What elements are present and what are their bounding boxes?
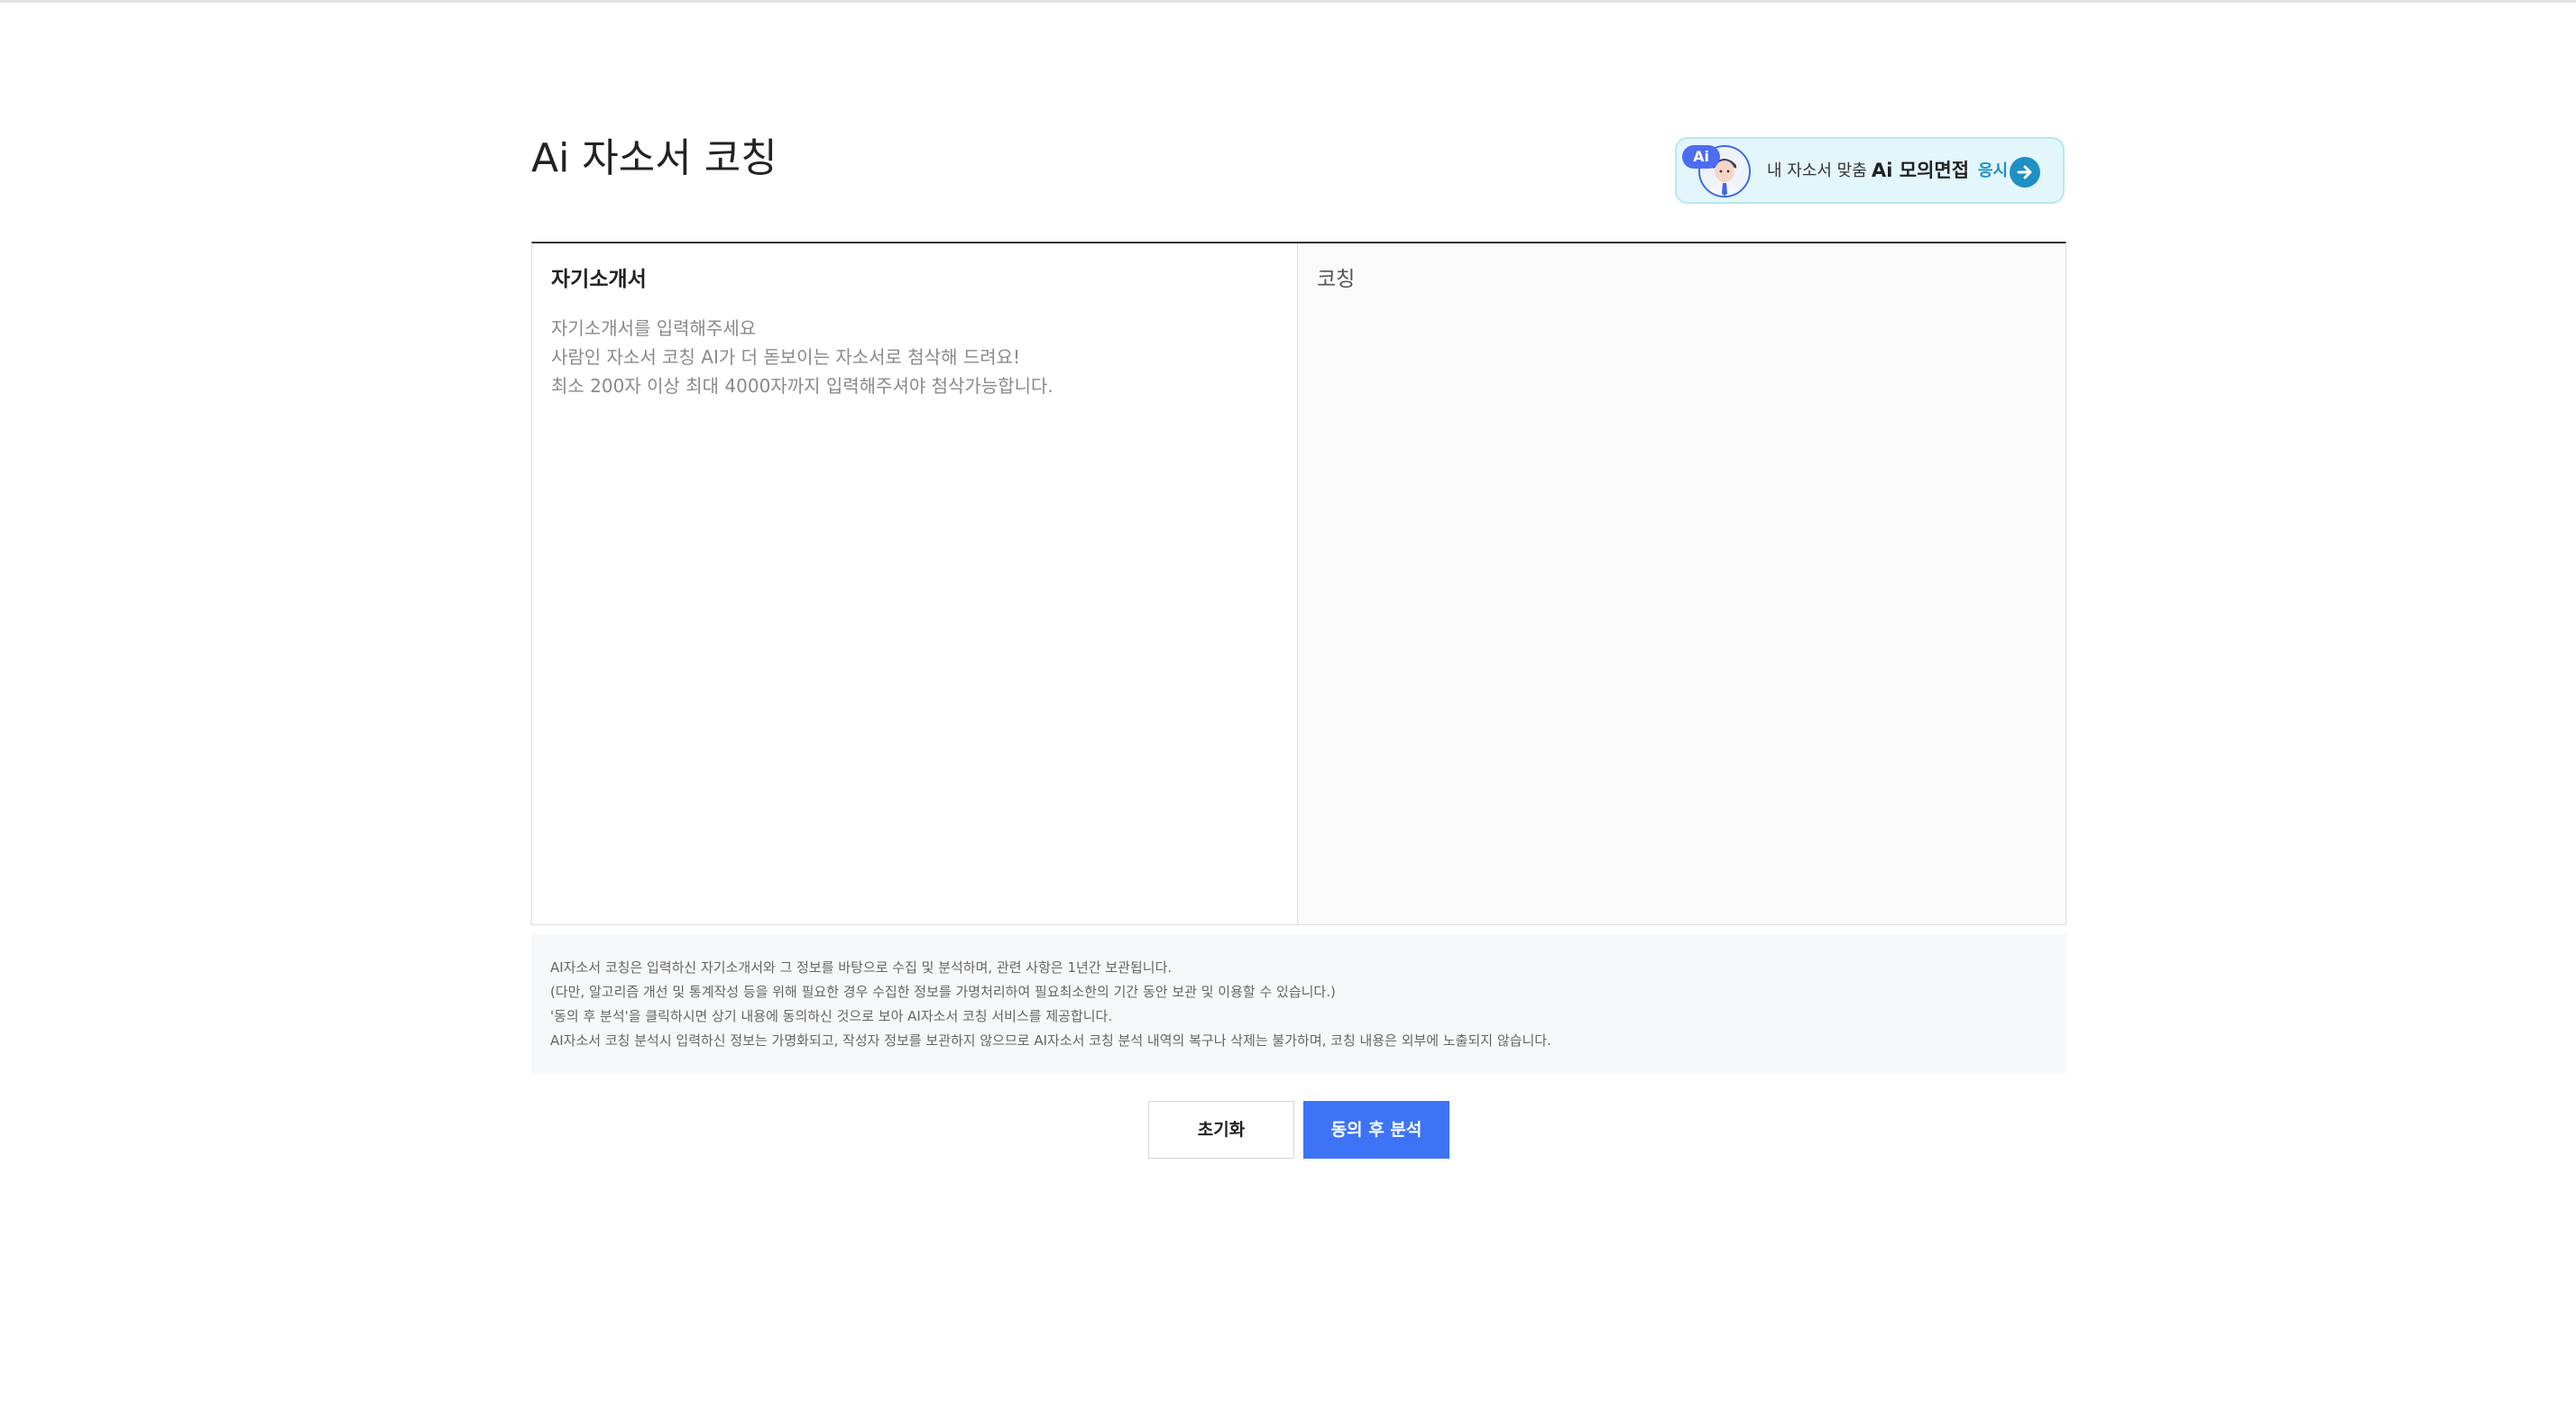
notice-line: '동의 후 분석'을 클릭하시면 상기 내용에 동의하신 것으로 보아 AI자소… [550, 1008, 1113, 1024]
notice-line: AI자소서 코칭은 입력하신 자기소개서와 그 정보를 바탕으로 수집 및 분석… [550, 959, 1173, 976]
notice-line: (다만, 알고리즘 개선 및 통계작성 등을 위해 필요한 경우 수집한 정보를… [550, 984, 1336, 1000]
top-divider [0, 0, 2576, 3]
banner-text: 내 자소서 맞춤 [1767, 161, 1867, 180]
self-introduction-heading: 자기소개서 [551, 268, 647, 291]
arrow-right-icon[interactable] [2010, 157, 2040, 188]
self-introduction-section: 자기소개서 [532, 243, 1298, 924]
ai-mock-interview-banner[interactable]: Ai 내 자소서 맞춤 Ai 모의면접 응시 [1675, 137, 2065, 204]
coaching-section: 코칭 [1298, 243, 2065, 924]
banner-apply-link[interactable]: 응시 [1978, 159, 2008, 184]
coaching-heading: 코칭 [1317, 268, 1356, 291]
ai-badge: Ai [1682, 145, 1720, 169]
privacy-notice: AI자소서 코칭은 입력하신 자기소개서와 그 정보를 바탕으로 수집 및 분석… [531, 934, 2066, 1073]
agree-and-analyze-button[interactable]: 동의 후 분석 [1303, 1101, 1449, 1159]
self-introduction-input[interactable] [551, 314, 1273, 900]
banner-title: Ai 모의면접 [1872, 160, 1970, 181]
notice-line: AI자소서 코칭 분석시 입력하신 정보는 가명화되고, 작성자 정보를 보관하… [550, 1032, 1551, 1049]
page-title: Ai 자소서 코칭 [531, 135, 777, 181]
coaching-panel: 자기소개서 코칭 [531, 242, 2066, 925]
reset-button[interactable]: 초기화 [1148, 1101, 1294, 1159]
